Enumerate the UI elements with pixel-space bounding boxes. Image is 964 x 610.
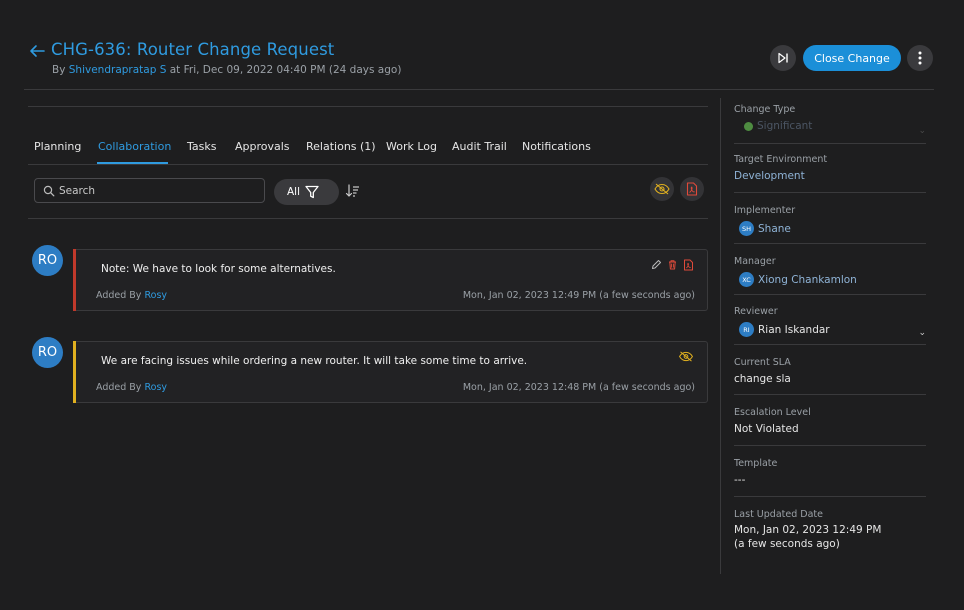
search-box: [34, 178, 265, 203]
filter-dropdown[interactable]: All: [274, 179, 339, 205]
sla-value: change sla: [734, 373, 791, 385]
field-implementer[interactable]: Implementer SH Shane: [734, 205, 926, 244]
note-actions: [651, 259, 694, 271]
more-options-button[interactable]: [907, 45, 933, 71]
tab-planning[interactable]: Planning: [34, 140, 81, 153]
field-reviewer[interactable]: Reviewer RI Rian Iskandar ⌄: [734, 306, 926, 345]
active-tab-indicator: [97, 162, 168, 164]
field-label: Last Updated Date: [734, 509, 823, 520]
pdf-icon: [686, 182, 698, 196]
eye-slash-icon: [654, 183, 670, 195]
escalation-value: Not Violated: [734, 423, 799, 435]
avatar: RO: [32, 245, 63, 276]
note-text: We are facing issues while ordering a ne…: [101, 355, 528, 367]
field-manager[interactable]: Manager XC Xiong Chankamlon: [734, 256, 926, 295]
next-step-button[interactable]: [770, 45, 796, 71]
filter-label: All: [287, 186, 301, 198]
note-timestamp: Mon, Jan 02, 2023 12:48 PM (a few second…: [462, 382, 695, 393]
tab-approvals[interactable]: Approvals: [235, 140, 290, 153]
tab-notifications[interactable]: Notifications: [522, 140, 591, 153]
avatar: RI: [739, 322, 754, 337]
note-author-link[interactable]: Rosy: [144, 290, 167, 301]
toolbar-divider: [28, 218, 708, 219]
field-target-environment[interactable]: Target Environment Development: [734, 154, 926, 193]
field-label: Escalation Level: [734, 407, 811, 418]
avatar: SH: [739, 221, 754, 236]
field-escalation-level: Escalation Level Not Violated: [734, 407, 926, 446]
panel-top-divider: [28, 106, 708, 107]
vertical-dots-icon: [918, 51, 922, 65]
field-label: Change Type: [734, 104, 796, 115]
reviewer-value: Rian Iskandar: [758, 323, 830, 336]
pdf-icon[interactable]: [683, 259, 694, 271]
close-change-button[interactable]: Close Change: [803, 45, 901, 71]
author-link[interactable]: Shivendrapratap S: [69, 64, 167, 76]
note-author-link[interactable]: Rosy: [144, 382, 167, 393]
field-label: Target Environment: [734, 154, 828, 165]
target-environment-value: Development: [734, 170, 805, 182]
field-change-type[interactable]: Change Type Significant ⌄: [734, 104, 926, 144]
note-actions: [678, 351, 694, 362]
note-card: We are facing issues while ordering a ne…: [73, 341, 708, 403]
note-timestamp: Mon, Jan 02, 2023 12:49 PM (a few second…: [462, 290, 695, 301]
avatar: XC: [739, 272, 754, 287]
field-label: Manager: [734, 256, 776, 267]
eye-slash-icon[interactable]: [678, 351, 694, 362]
tab-bar: Planning Collaboration Tasks Approvals R…: [28, 138, 708, 165]
field-template[interactable]: Template ---: [734, 458, 926, 497]
field-label: Current SLA: [734, 357, 791, 368]
template-value: ---: [734, 474, 746, 486]
status-dot: [744, 121, 753, 131]
edit-pencil-icon[interactable]: [651, 259, 662, 270]
note-card: Note: We have to look for some alternati…: [73, 249, 708, 311]
avatar: RO: [32, 337, 63, 368]
tab-tasks[interactable]: Tasks: [187, 140, 216, 153]
field-label: Template: [734, 458, 778, 469]
field-current-sla: Current SLA change sla: [734, 357, 926, 395]
funnel-icon: [305, 185, 319, 199]
page-title: CHG-636: Router Change Request: [51, 40, 335, 59]
last-updated-value: Mon, Jan 02, 2023 12:49 PM: [734, 524, 882, 536]
tab-audit-trail[interactable]: Audit Trail: [452, 140, 507, 153]
note-color-bar: [73, 249, 76, 311]
skip-forward-icon: [778, 52, 788, 64]
chevron-down-icon[interactable]: ⌄: [918, 328, 926, 338]
page-subtitle: By Shivendrapratap S at Fri, Dec 09, 202…: [52, 64, 402, 76]
note-color-bar: [73, 341, 76, 403]
sidebar-divider: [720, 98, 721, 574]
tab-collaboration[interactable]: Collaboration: [98, 140, 171, 153]
implementer-value: Shane: [758, 222, 791, 235]
search-input[interactable]: [59, 182, 259, 200]
back-arrow-icon[interactable]: [28, 42, 46, 60]
sort-icon[interactable]: [345, 183, 361, 199]
change-type-value: Significant: [757, 120, 813, 132]
manager-value: Xiong Chankamlon: [758, 273, 857, 286]
field-label: Reviewer: [734, 306, 778, 317]
tab-relations[interactable]: Relations (1): [306, 140, 376, 153]
search-icon: [43, 185, 55, 197]
chevron-down-icon: ⌄: [918, 126, 926, 136]
field-label: Implementer: [734, 205, 796, 216]
note-author: Added By Rosy: [96, 290, 168, 301]
field-last-updated: Last Updated Date Mon, Jan 02, 2023 12:4…: [734, 509, 926, 555]
last-updated-relative: (a few seconds ago): [734, 538, 840, 550]
header-divider: [24, 89, 934, 90]
note-text: Note: We have to look for some alternati…: [101, 263, 336, 275]
note-author: Added By Rosy: [96, 382, 168, 393]
export-pdf-button[interactable]: [680, 177, 704, 201]
delete-trash-icon[interactable]: [667, 259, 678, 270]
tab-work-log[interactable]: Work Log: [386, 140, 437, 153]
show-hidden-notes-button[interactable]: [650, 177, 674, 201]
